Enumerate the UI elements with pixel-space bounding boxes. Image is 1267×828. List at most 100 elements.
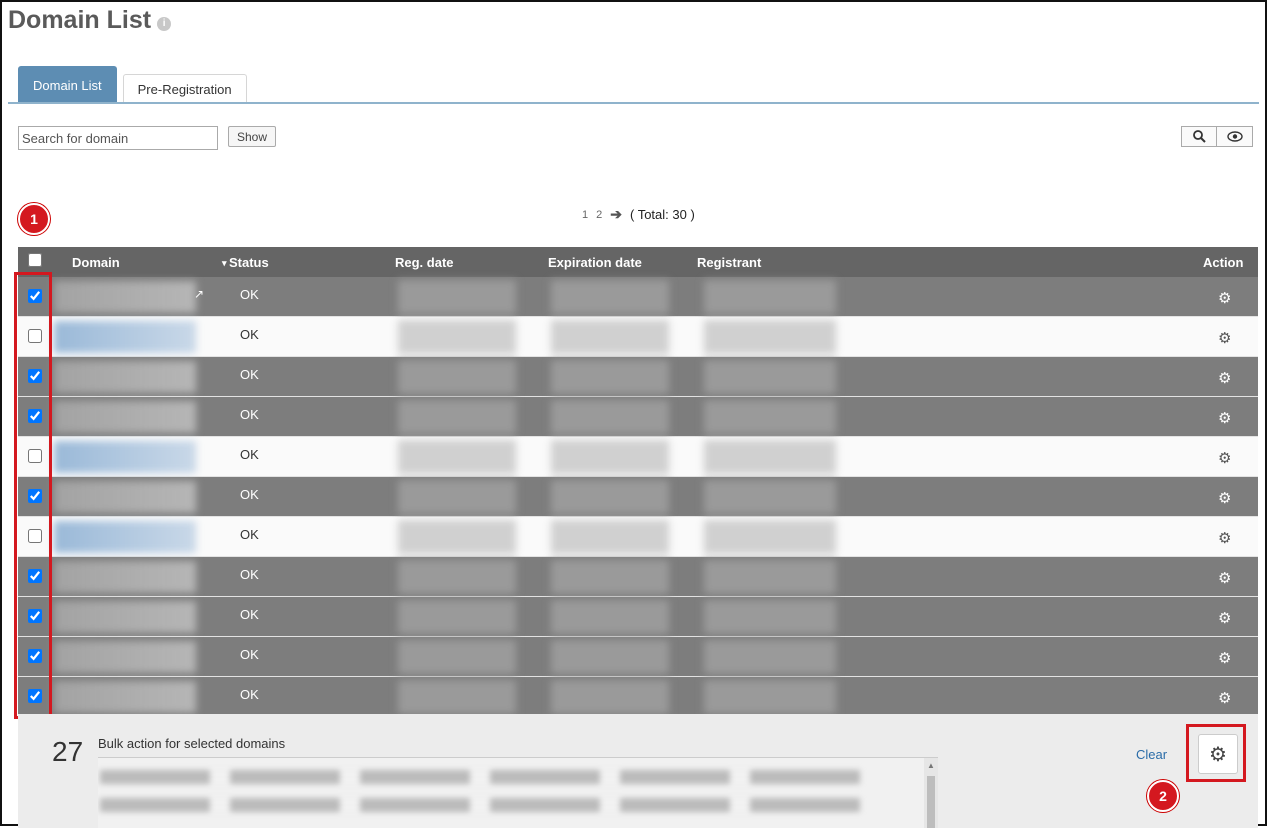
tab-pre-registration[interactable]: Pre-Registration xyxy=(122,74,247,103)
reg-date-blurred xyxy=(398,400,516,434)
domain-link-blurred[interactable] xyxy=(54,361,196,393)
reg-date-blurred xyxy=(398,560,516,594)
gear-icon[interactable]: ⚙ xyxy=(1218,489,1231,507)
tab-domain-list[interactable]: Domain List xyxy=(18,66,117,103)
search-icon[interactable] xyxy=(1181,126,1217,147)
gear-icon[interactable]: ⚙ xyxy=(1218,329,1231,347)
reg-date-blurred xyxy=(398,520,516,554)
expiration-date-blurred xyxy=(551,680,669,714)
next-page-icon[interactable]: ➔ xyxy=(610,206,622,223)
annotation-badge-1: 1 xyxy=(18,203,50,235)
blurred-domain-line xyxy=(100,798,860,812)
registrant-blurred xyxy=(704,400,836,434)
domain-table: Domain ▾ Status Reg. date Expiration dat… xyxy=(18,247,1258,717)
expiration-date-blurred xyxy=(551,480,669,514)
header-status[interactable]: Status xyxy=(229,255,269,270)
table-row: OK ⚙ xyxy=(18,597,1258,637)
domain-link-blurred[interactable] xyxy=(54,481,196,513)
bulk-action-panel: 27 Bulk action for selected domains ▲ Cl… xyxy=(18,714,1258,828)
gear-icon[interactable]: ⚙ xyxy=(1218,289,1231,307)
table-row: OK ⚙ xyxy=(18,357,1258,397)
expiration-date-blurred xyxy=(551,320,669,354)
domain-link-blurred[interactable] xyxy=(54,641,196,673)
page-title: Domain List i xyxy=(8,6,172,35)
domain-link-blurred[interactable] xyxy=(54,561,196,593)
reg-date-blurred xyxy=(398,280,516,314)
external-link-icon[interactable]: ↗ xyxy=(194,287,204,301)
table-header: Domain ▾ Status Reg. date Expiration dat… xyxy=(18,247,1258,277)
expiration-date-blurred xyxy=(551,280,669,314)
sort-icon[interactable]: ▾ xyxy=(222,258,227,269)
status-text: OK xyxy=(240,567,259,582)
domain-link-blurred[interactable] xyxy=(54,401,196,433)
domain-link-blurred[interactable] xyxy=(54,281,196,313)
registrant-blurred xyxy=(704,560,836,594)
expiration-date-blurred xyxy=(551,400,669,434)
gear-icon[interactable]: ⚙ xyxy=(1218,409,1231,427)
page-link-2[interactable]: 2 xyxy=(596,209,602,221)
toolbar-right xyxy=(1181,126,1253,147)
eye-icon[interactable] xyxy=(1217,126,1253,147)
tab-divider xyxy=(8,102,1259,104)
scroll-thumb[interactable] xyxy=(927,776,935,828)
tab-bar: Domain List Pre-Registration xyxy=(18,66,247,103)
selected-domains-list[interactable]: ▲ xyxy=(98,757,938,828)
domain-link-blurred[interactable] xyxy=(54,321,196,353)
status-text: OK xyxy=(240,447,259,462)
scroll-up-icon[interactable]: ▲ xyxy=(927,761,935,770)
expiration-date-blurred xyxy=(551,360,669,394)
total-count: ( Total: 30 ) xyxy=(629,207,695,222)
selected-count: 27 xyxy=(52,736,84,767)
domain-link-blurred[interactable] xyxy=(54,441,196,473)
gear-icon[interactable]: ⚙ xyxy=(1218,569,1231,587)
search-input[interactable] xyxy=(18,126,218,150)
status-text: OK xyxy=(240,407,259,422)
list-scrollbar[interactable]: ▲ xyxy=(924,758,938,828)
reg-date-blurred xyxy=(398,480,516,514)
select-all-checkbox[interactable] xyxy=(28,253,42,267)
reg-date-blurred xyxy=(398,440,516,474)
registrant-blurred xyxy=(704,440,836,474)
info-icon[interactable]: i xyxy=(157,16,172,31)
page-link-1[interactable]: 1 xyxy=(582,209,588,221)
header-domain[interactable]: Domain xyxy=(72,255,120,270)
table-row: OK ⚙ xyxy=(18,557,1258,597)
clear-link[interactable]: Clear xyxy=(1136,747,1167,762)
table-body: ↗ OK ⚙ OK ⚙ OK ⚙ OK ⚙ OK ⚙ OK ⚙ OK ⚙ OK ⚙ OK ⚙ OK ⚙ OK ⚙ xyxy=(18,277,1258,717)
header-registrant[interactable]: Registrant xyxy=(697,255,761,270)
gear-icon[interactable]: ⚙ xyxy=(1218,369,1231,387)
domain-link-blurred[interactable] xyxy=(54,521,196,553)
header-expiration-date[interactable]: Expiration date xyxy=(548,255,642,270)
expiration-date-blurred xyxy=(551,640,669,674)
gear-icon[interactable]: ⚙ xyxy=(1218,649,1231,667)
table-row: ↗ OK ⚙ xyxy=(18,277,1258,317)
pagination: 1 2 ➔ ( Total: 30 ) xyxy=(582,206,695,223)
registrant-blurred xyxy=(704,280,836,314)
reg-date-blurred xyxy=(398,600,516,634)
gear-icon[interactable]: ⚙ xyxy=(1218,689,1231,707)
status-text: OK xyxy=(240,367,259,382)
expiration-date-blurred xyxy=(551,560,669,594)
table-row: OK ⚙ xyxy=(18,317,1258,357)
status-text: OK xyxy=(240,487,259,502)
status-text: OK xyxy=(240,527,259,542)
domain-link-blurred[interactable] xyxy=(54,601,196,633)
status-text: OK xyxy=(240,287,259,302)
blurred-domain-line xyxy=(100,770,860,784)
registrant-blurred xyxy=(704,320,836,354)
header-reg-date[interactable]: Reg. date xyxy=(395,255,454,270)
domain-link-blurred[interactable] xyxy=(54,681,196,713)
reg-date-blurred xyxy=(398,640,516,674)
header-action: Action xyxy=(1203,255,1244,270)
gear-icon[interactable]: ⚙ xyxy=(1218,449,1231,467)
registrant-blurred xyxy=(704,520,836,554)
gear-icon[interactable]: ⚙ xyxy=(1218,529,1231,547)
show-button[interactable]: Show xyxy=(228,126,277,147)
table-row: OK ⚙ xyxy=(18,437,1258,477)
gear-icon[interactable]: ⚙ xyxy=(1218,609,1231,627)
expiration-date-blurred xyxy=(551,440,669,474)
registrant-blurred xyxy=(704,480,836,514)
reg-date-blurred xyxy=(398,680,516,714)
registrant-blurred xyxy=(704,680,836,714)
table-row: OK ⚙ xyxy=(18,517,1258,557)
